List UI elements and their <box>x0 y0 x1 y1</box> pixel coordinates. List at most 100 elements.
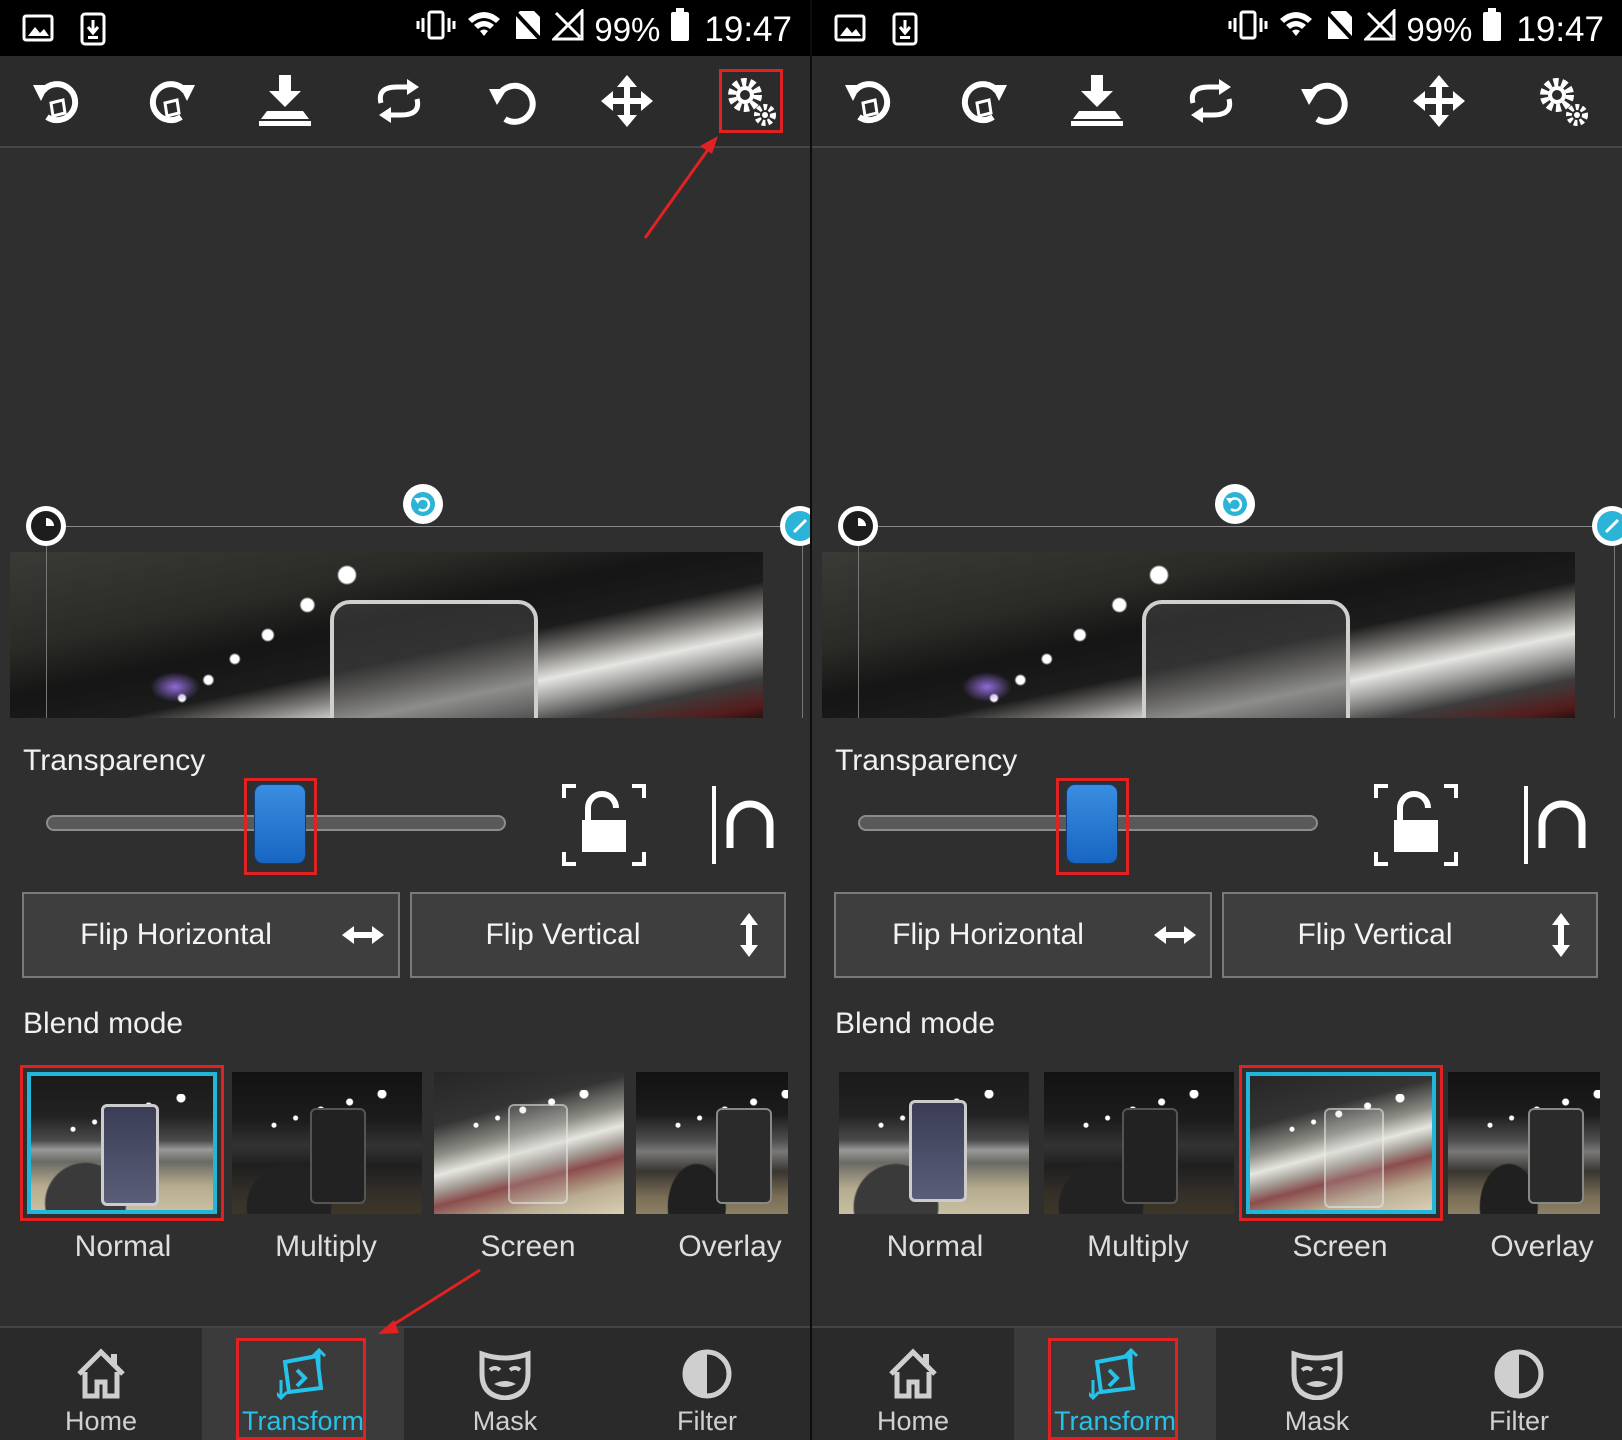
reset-rotation-button[interactable] <box>1294 70 1356 132</box>
magnet-button[interactable] <box>1522 784 1588 866</box>
redo-button[interactable] <box>952 70 1014 132</box>
nav-transform-highlight <box>1048 1338 1178 1440</box>
layer-image[interactable] <box>10 552 763 718</box>
nav-home-label: Home <box>64 1406 138 1436</box>
top-toolbar <box>0 56 810 148</box>
save-button[interactable] <box>254 70 316 132</box>
gallery-notification-icon <box>834 12 866 51</box>
blend-normal-thumbnail[interactable] <box>839 1072 1029 1214</box>
undo-button[interactable] <box>26 70 88 132</box>
signal-icon <box>1362 7 1396 50</box>
vibrate-icon <box>1228 9 1268 50</box>
nav-transform[interactable]: Transform <box>1014 1328 1216 1440</box>
slider-thumb-highlight <box>244 778 317 875</box>
swap-button[interactable] <box>1180 70 1242 132</box>
blend-normal-thumbnail[interactable] <box>20 1065 224 1221</box>
transparency-label: Transparency <box>23 744 206 777</box>
download-notification-icon <box>892 12 918 51</box>
lock-button[interactable] <box>1374 784 1458 866</box>
nav-transform-highlight <box>236 1338 366 1440</box>
flip-vertical-button[interactable]: Flip Vertical <box>410 892 786 978</box>
save-button[interactable] <box>1066 70 1128 132</box>
flip-horizontal-button[interactable]: Flip Horizontal <box>22 892 400 978</box>
transparency-label: Transparency <box>835 744 1018 777</box>
blend-overlay-thumbnail[interactable] <box>636 1072 788 1214</box>
vibrate-icon <box>416 9 456 50</box>
flip-horizontal-label: Flip Horizontal <box>892 918 1084 951</box>
settings-button[interactable] <box>719 69 783 133</box>
top-toolbar <box>812 56 1622 148</box>
layer-image[interactable] <box>822 552 1575 718</box>
unlock-icon <box>1374 784 1458 866</box>
undo-icon <box>33 81 79 124</box>
magnet-button[interactable] <box>710 784 776 866</box>
resize-icon <box>792 518 808 534</box>
no-sim-icon <box>512 9 542 50</box>
nav-filter[interactable]: Filter <box>1418 1328 1620 1440</box>
magnet-icon <box>1524 786 1586 864</box>
blend-mode-label: Blend mode <box>23 1007 184 1040</box>
rotate-handle[interactable] <box>1215 484 1255 524</box>
download-icon <box>1071 75 1123 126</box>
vertical-arrow-icon <box>714 911 784 959</box>
bottom-navigation: Home Transform Mask Filter <box>0 1326 810 1440</box>
rotate-icon <box>411 492 435 516</box>
no-sim-icon <box>1324 9 1354 50</box>
move-button[interactable] <box>1408 70 1470 132</box>
blend-multiply-label: Multiply <box>1087 1230 1189 1263</box>
home-icon <box>889 1348 937 1399</box>
nav-transform[interactable]: Transform <box>202 1328 404 1440</box>
resize-icon <box>1604 518 1620 534</box>
selection-top-edge <box>46 526 806 527</box>
unlock-icon <box>562 784 646 866</box>
right-screenshot-panel: 99% 19:47 Transparency Flip Horizontal F… <box>812 0 1622 1440</box>
magnet-icon <box>712 786 774 864</box>
move-button[interactable] <box>596 70 658 132</box>
undo-button[interactable] <box>838 70 900 132</box>
redo-icon <box>961 81 1007 124</box>
blend-multiply-thumbnail[interactable] <box>232 1072 422 1214</box>
nav-filter[interactable]: Filter <box>606 1328 808 1440</box>
home-icon <box>77 1348 125 1399</box>
reset-rotation-button[interactable] <box>482 70 544 132</box>
horizontal-arrow-icon <box>1140 924 1210 946</box>
blend-screen-thumbnail[interactable] <box>434 1072 624 1214</box>
flip-horizontal-label: Flip Horizontal <box>80 918 272 951</box>
timer-handle[interactable] <box>26 506 66 546</box>
flip-vertical-button[interactable]: Flip Vertical <box>1222 892 1598 978</box>
nav-mask-label: Mask <box>1284 1406 1350 1436</box>
wifi-icon <box>466 9 502 50</box>
redo-icon <box>149 81 195 124</box>
timer-handle[interactable] <box>838 506 878 546</box>
settings-button[interactable] <box>1532 70 1594 132</box>
swap-button[interactable] <box>368 70 430 132</box>
nav-home[interactable]: Home <box>0 1328 202 1440</box>
blend-overlay-thumbnail[interactable] <box>1448 1072 1600 1214</box>
blend-screen-label: Screen <box>480 1230 576 1263</box>
blend-normal-label: Normal <box>886 1230 984 1263</box>
slider-thumb-highlight <box>1056 778 1129 875</box>
status-bar: 99% 19:47 <box>0 0 810 56</box>
move-icon <box>601 75 653 127</box>
blend-screen-label: Screen <box>1292 1230 1388 1263</box>
nav-home-label: Home <box>876 1406 950 1436</box>
rotate-icon <box>1223 492 1247 516</box>
settings-icon <box>728 78 776 126</box>
selection-left-edge <box>46 526 47 718</box>
blend-multiply-thumbnail[interactable] <box>1044 1072 1234 1214</box>
signal-icon <box>550 7 584 50</box>
battery-icon <box>1482 8 1502 51</box>
mask-icon <box>1291 1350 1343 1400</box>
nav-mask[interactable]: Mask <box>1216 1328 1418 1440</box>
flip-horizontal-button[interactable]: Flip Horizontal <box>834 892 1212 978</box>
battery-percent: 99% <box>1406 10 1473 48</box>
flip-vertical-label: Flip Vertical <box>485 918 641 951</box>
bottom-navigation: Home Transform Mask Filter <box>812 1326 1622 1440</box>
nav-home[interactable]: Home <box>812 1328 1014 1440</box>
selection-top-edge <box>858 526 1618 527</box>
lock-button[interactable] <box>562 784 646 866</box>
blend-screen-thumbnail[interactable] <box>1239 1065 1443 1221</box>
redo-button[interactable] <box>140 70 202 132</box>
nav-mask[interactable]: Mask <box>404 1328 606 1440</box>
rotate-handle[interactable] <box>403 484 443 524</box>
